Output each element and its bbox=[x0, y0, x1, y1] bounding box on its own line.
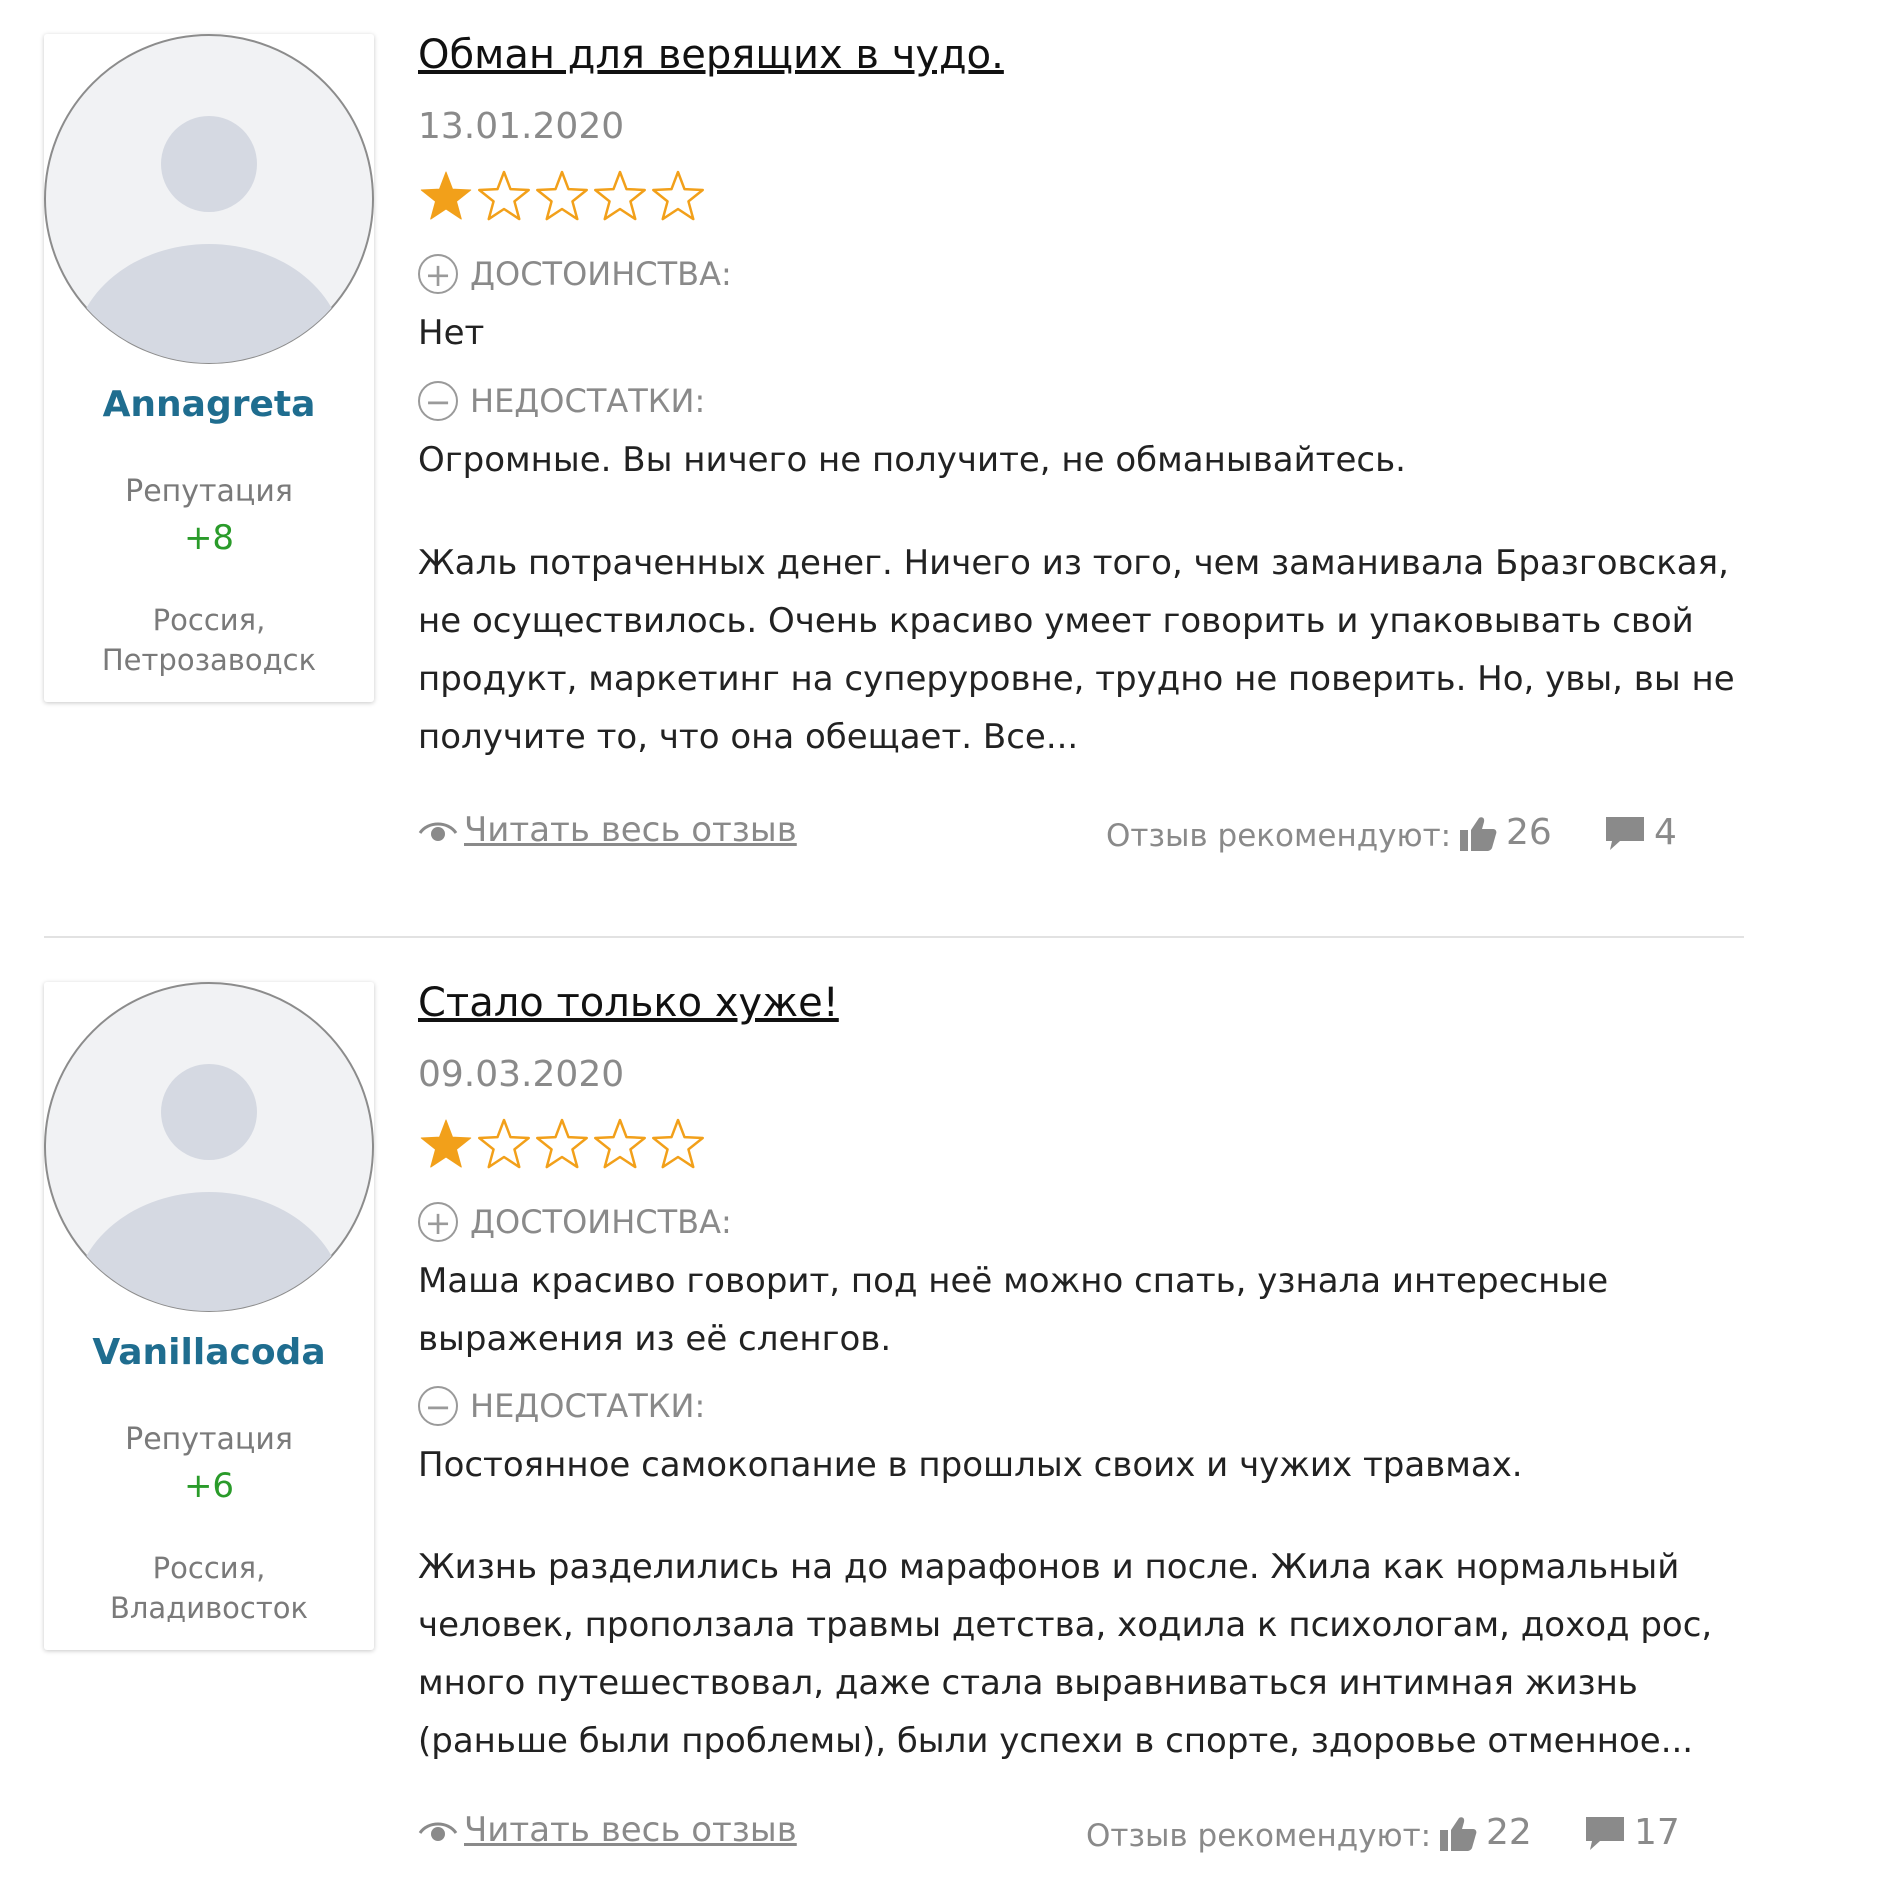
cons-text: Постоянное самокопание в прошлых своих и… bbox=[418, 1445, 1523, 1485]
read-more-link[interactable]: Читать весь отзыв bbox=[418, 810, 797, 850]
star-empty-icon bbox=[594, 1118, 646, 1169]
read-more-label[interactable]: Читать весь отзыв bbox=[464, 1810, 797, 1850]
star-empty-icon bbox=[652, 1118, 704, 1169]
review-body: Жизнь разделились на до марафонов и посл… bbox=[418, 1547, 1713, 1761]
location-city: Владивосток bbox=[109, 1591, 309, 1625]
comments-counter[interactable]: 17 bbox=[1584, 1812, 1680, 1853]
thumbs-up-icon bbox=[1460, 817, 1497, 851]
reputation-label: Репутация bbox=[125, 1422, 293, 1457]
plus-icon: + bbox=[418, 254, 458, 294]
minus-icon: − bbox=[418, 1386, 458, 1426]
eye-icon bbox=[418, 1822, 458, 1841]
star-empty-icon bbox=[478, 1118, 530, 1169]
comments-count: 17 bbox=[1634, 1812, 1680, 1853]
review-body: Жаль потраченных денег. Ничего из того, … bbox=[418, 543, 1735, 757]
plus-icon: + bbox=[418, 1202, 458, 1242]
recommend-label: Отзыв рекомендуют: bbox=[1106, 818, 1452, 854]
likes-counter[interactable]: 26 bbox=[1458, 812, 1552, 853]
comment-icon bbox=[1606, 817, 1644, 850]
eye-icon bbox=[418, 822, 458, 841]
star-empty-icon bbox=[478, 170, 530, 221]
likes-count: 22 bbox=[1486, 1812, 1532, 1853]
thumbs-up-icon bbox=[1440, 1817, 1477, 1851]
pros-text: Маша красиво говорит, под неё можно спат… bbox=[418, 1261, 1609, 1359]
location-country: Россия, bbox=[152, 603, 266, 637]
user-card: Vanillacoda Репутация +6 Россия, Владиво… bbox=[44, 982, 374, 1650]
star-empty-icon bbox=[536, 170, 588, 221]
review-title[interactable]: Стало только хуже! bbox=[418, 980, 839, 1026]
star-empty-icon bbox=[594, 170, 646, 221]
cons-heading: − НЕДОСТАТКИ: bbox=[418, 380, 705, 421]
star-empty-icon bbox=[652, 170, 704, 221]
avatar[interactable] bbox=[44, 982, 374, 1312]
cons-heading: − НЕДОСТАТКИ: bbox=[418, 1385, 705, 1426]
user-location: Россия, Петрозаводск bbox=[44, 600, 374, 680]
location-country: Россия, bbox=[152, 1551, 266, 1585]
review-date: 09.03.2020 bbox=[418, 1054, 625, 1095]
pros-heading: + ДОСТОИНСТВА: bbox=[418, 1201, 732, 1242]
comment-icon bbox=[1586, 1817, 1624, 1850]
review-date: 13.01.2020 bbox=[418, 106, 625, 147]
read-more-link[interactable]: Читать весь отзыв bbox=[418, 1810, 797, 1850]
star-filled-icon bbox=[420, 1119, 472, 1168]
minus-icon: − bbox=[418, 381, 458, 421]
avatar[interactable] bbox=[44, 34, 374, 364]
comments-count: 4 bbox=[1654, 812, 1677, 853]
likes-counter[interactable]: 22 bbox=[1438, 1812, 1532, 1853]
comments-counter[interactable]: 4 bbox=[1604, 812, 1677, 853]
likes-count: 26 bbox=[1506, 812, 1552, 853]
review-divider bbox=[44, 936, 1744, 938]
reputation-value: +6 bbox=[183, 1466, 235, 1506]
username[interactable]: Annagreta bbox=[44, 384, 374, 425]
pros-text: Нет bbox=[418, 313, 485, 353]
reputation-value: +8 bbox=[183, 518, 235, 558]
location-city: Петрозаводск bbox=[101, 643, 317, 677]
rating-stars bbox=[418, 168, 728, 226]
rating-stars bbox=[418, 1116, 728, 1174]
read-more-label[interactable]: Читать весь отзыв bbox=[464, 810, 797, 850]
user-card: Annagreta Репутация +8 Россия, Петрозаво… bbox=[44, 34, 374, 702]
reputation-label: Репутация bbox=[125, 474, 293, 509]
cons-text: Огромные. Вы ничего не получите, не обма… bbox=[418, 440, 1406, 480]
star-filled-icon bbox=[420, 171, 472, 220]
user-location: Россия, Владивосток bbox=[44, 1548, 374, 1628]
pros-heading: + ДОСТОИНСТВА: bbox=[418, 253, 732, 294]
username[interactable]: Vanillacoda bbox=[44, 1332, 374, 1373]
recommend-label: Отзыв рекомендуют: bbox=[1086, 1818, 1432, 1854]
review-title[interactable]: Обман для верящих в чудо. bbox=[418, 32, 1004, 78]
star-empty-icon bbox=[536, 1118, 588, 1169]
